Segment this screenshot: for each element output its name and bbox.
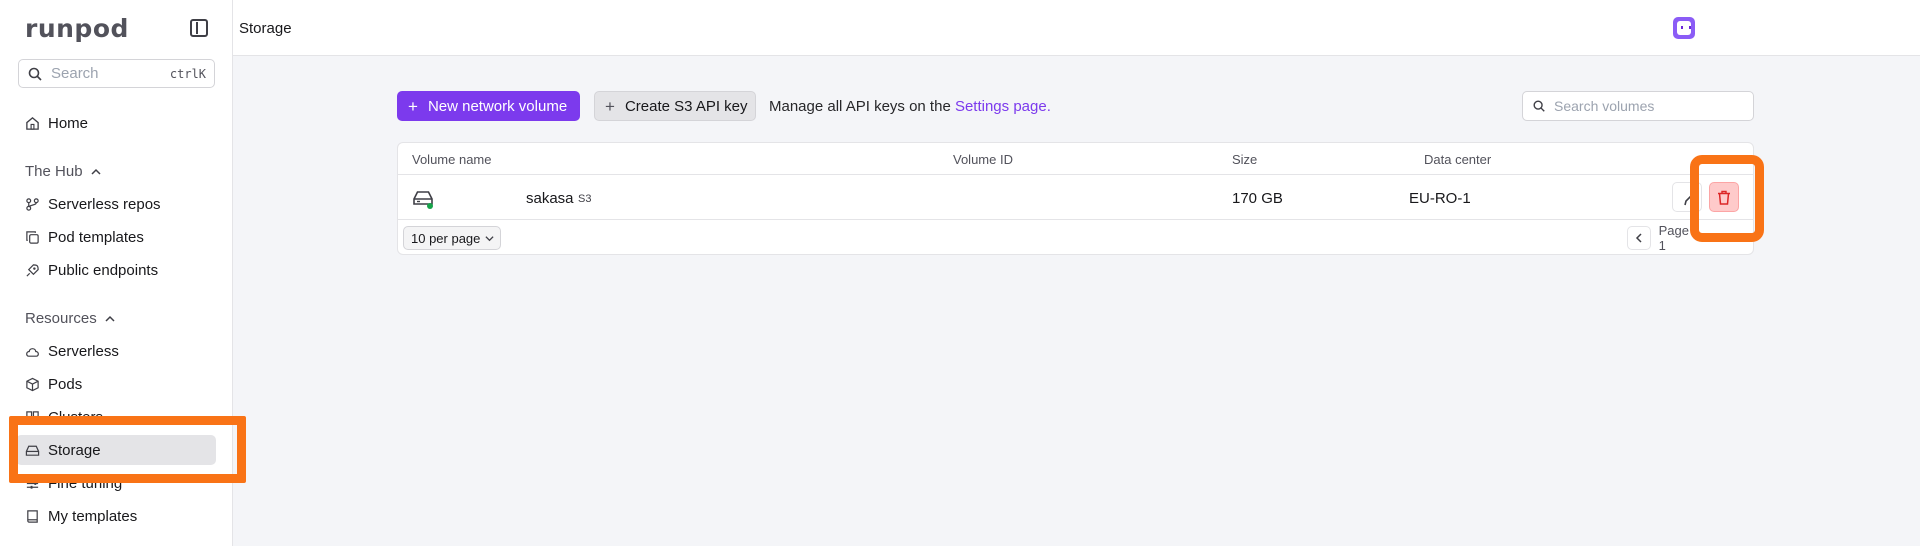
column-header-volume-id[interactable]: Volume ID	[953, 152, 1013, 167]
sidebar-search-input[interactable]: Search ctrlK	[18, 59, 215, 88]
repo-icon	[26, 197, 39, 211]
main-content	[233, 56, 1920, 546]
pagination: Page 1	[1627, 223, 1699, 253]
highlight-box-delete	[1690, 155, 1764, 242]
chevron-down-icon	[485, 235, 494, 241]
chevron-up-icon	[91, 168, 101, 175]
breadcrumb: Storage	[239, 20, 292, 37]
settings-page-link[interactable]: Settings page.	[955, 98, 1051, 115]
book-icon	[27, 509, 38, 523]
highlight-box-storage	[9, 416, 246, 483]
per-page-value: 10 per page	[411, 230, 481, 246]
status-online-dot	[427, 203, 433, 209]
sidebar-item-serverless[interactable]: Serverless	[16, 336, 216, 366]
cloud-icon	[26, 347, 39, 357]
column-header-size[interactable]: Size	[1232, 152, 1257, 167]
runpod-logo[interactable]: runpod	[25, 14, 129, 43]
sidebar-item-pods[interactable]: Pods	[16, 369, 216, 399]
hub-section-label: The Hub	[25, 163, 83, 180]
sidebar-collapse-icon[interactable]	[190, 19, 208, 37]
size-cell: 170 GB	[1232, 190, 1283, 207]
sidebar-item-public-endpoints[interactable]: Public endpoints	[16, 255, 216, 285]
sidebar-item-label: Pod templates	[48, 228, 144, 246]
new-network-volume-label: New network volume	[427, 97, 568, 115]
s3-badge: S3	[578, 193, 592, 205]
resources-section-label: Resources	[25, 310, 97, 327]
header-divider	[398, 174, 1753, 175]
home-icon	[26, 116, 39, 130]
plus-icon: +	[605, 96, 615, 116]
search-icon	[28, 67, 42, 81]
sidebar-item-label: Home	[48, 114, 89, 132]
volume-name-cell[interactable]: sakasa	[526, 190, 574, 207]
manage-api-keys-text: Manage all API keys on the Settings page…	[769, 98, 1051, 115]
chevron-left-icon	[1635, 233, 1642, 243]
hub-section-toggle[interactable]: The Hub	[25, 163, 101, 180]
previous-page-button[interactable]	[1627, 226, 1651, 250]
search-icon	[1533, 100, 1545, 112]
chevron-up-icon	[105, 315, 115, 322]
column-header-data-center[interactable]: Data center	[1424, 152, 1491, 167]
new-network-volume-button[interactable]: + New network volume	[397, 91, 580, 121]
sidebar-item-label: My templates	[48, 507, 138, 525]
volumes-table	[397, 142, 1754, 255]
column-header-volume-name[interactable]: Volume name	[412, 152, 492, 167]
data-center-cell: EU-RO-1	[1409, 190, 1471, 207]
create-s3-api-key-button[interactable]: + Create S3 API key	[594, 91, 756, 121]
top-bar: Storage	[233, 0, 1920, 56]
search-volumes-input[interactable]: Search volumes	[1522, 91, 1754, 121]
sidebar-item-label: Serverless	[48, 342, 119, 360]
sidebar-item-my-templates[interactable]: My templates	[16, 501, 216, 531]
avatar[interactable]	[1673, 17, 1695, 39]
resources-section-toggle[interactable]: Resources	[25, 310, 115, 327]
search-placeholder: Search	[51, 65, 99, 82]
sidebar-item-home[interactable]: Home	[16, 108, 216, 138]
rocket-icon	[26, 263, 39, 277]
per-page-select[interactable]: 10 per page	[403, 226, 501, 250]
cube-icon	[26, 377, 39, 391]
row-divider	[398, 219, 1753, 220]
sidebar-item-label: Pods	[48, 375, 83, 393]
manage-api-keys-label: Manage all API keys on the	[769, 98, 955, 115]
sidebar-item-label: Public endpoints	[48, 261, 159, 279]
sidebar-item-serverless-repos[interactable]: Serverless repos	[16, 189, 216, 219]
search-shortcut: ctrlK	[169, 66, 206, 81]
sidebar-item-pod-templates[interactable]: Pod templates	[16, 222, 216, 252]
create-s3-api-key-label: Create S3 API key	[624, 97, 748, 115]
plus-icon: +	[408, 96, 418, 116]
copy-icon	[26, 230, 39, 244]
sidebar-item-label: Serverless repos	[48, 195, 161, 213]
search-volumes-placeholder: Search volumes	[1554, 98, 1655, 114]
